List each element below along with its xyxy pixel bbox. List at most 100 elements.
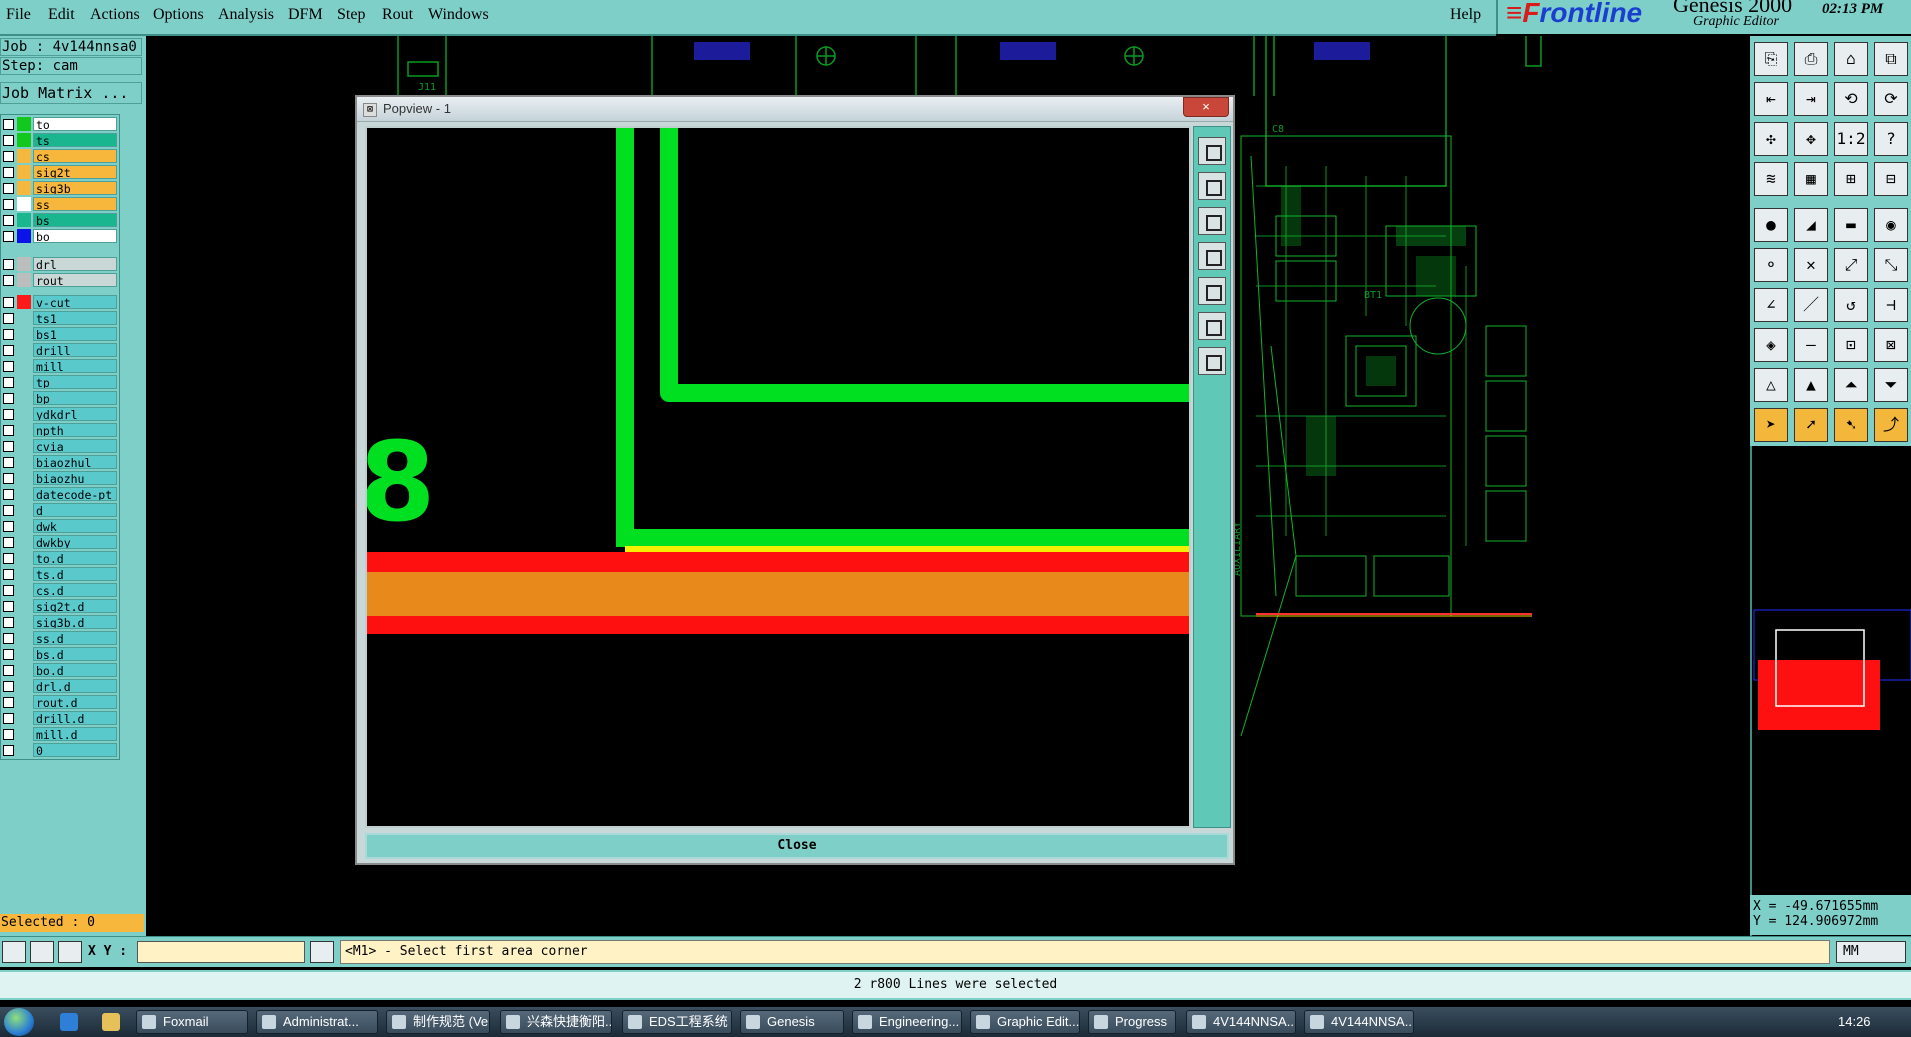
popview-tool-4[interactable]: [1198, 242, 1226, 270]
layer-checkbox[interactable]: [3, 569, 14, 580]
layer-name[interactable]: bs.d: [33, 647, 117, 661]
taskbar-item[interactable]: 兴森快捷衡阳...: [500, 1010, 612, 1034]
layer-checkbox[interactable]: [3, 665, 14, 676]
menu-step[interactable]: Step: [337, 6, 365, 24]
popview-tool-5[interactable]: [1198, 277, 1226, 305]
layer-checkbox[interactable]: [3, 745, 14, 756]
toolbar-button-17-icon[interactable]: ●: [1754, 208, 1788, 242]
layer-name[interactable]: mill: [33, 359, 117, 373]
layer-checkbox[interactable]: [3, 489, 14, 500]
layer-name[interactable]: ts1: [33, 311, 117, 325]
layer-row-drl[interactable]: drl: [3, 257, 117, 271]
menu-help[interactable]: Help: [1450, 6, 1481, 24]
layer-checkbox[interactable]: [3, 553, 14, 564]
layer-checkbox[interactable]: [3, 259, 14, 270]
units-selector[interactable]: MM: [1836, 941, 1906, 963]
menu-options[interactable]: Options: [153, 6, 204, 24]
layer-name[interactable]: ts: [33, 133, 117, 147]
layer-color-swatch[interactable]: [17, 679, 31, 693]
layer-row-datecode-pt[interactable]: datecode-pt: [3, 487, 117, 501]
layer-row-cvia[interactable]: cvia: [3, 439, 117, 453]
layer-checkbox[interactable]: [3, 361, 14, 372]
layer-row-bs[interactable]: bs: [3, 213, 117, 227]
taskbar-item[interactable]: 4V144NNSA...: [1186, 1010, 1296, 1034]
layer-checkbox[interactable]: [3, 151, 14, 162]
layer-name[interactable]: sig3b: [33, 181, 117, 195]
layer-row-mill[interactable]: mill: [3, 359, 117, 373]
layer-name[interactable]: ss.d: [33, 631, 117, 645]
layer-name[interactable]: 0: [33, 743, 117, 757]
layer-row-ss.d[interactable]: ss.d: [3, 631, 117, 645]
layer-row-rout[interactable]: rout: [3, 273, 117, 287]
layer-color-swatch[interactable]: [17, 133, 31, 147]
layer-color-swatch[interactable]: [17, 407, 31, 421]
layer-checkbox[interactable]: [3, 537, 14, 548]
popview-tool-7[interactable]: [1198, 347, 1226, 375]
layer-row-cs.d[interactable]: cs.d: [3, 583, 117, 597]
layer-row-ts[interactable]: ts: [3, 133, 117, 147]
layer-row-rout.d[interactable]: rout.d: [3, 695, 117, 709]
layer-row-bo[interactable]: bo: [3, 229, 117, 243]
layer-checkbox[interactable]: [3, 377, 14, 388]
layer-row-cs[interactable]: cs: [3, 149, 117, 163]
layer-row-biaozhu[interactable]: biaozhu: [3, 471, 117, 485]
layer-color-swatch[interactable]: [17, 503, 31, 517]
layer-name[interactable]: ts.d: [33, 567, 117, 581]
layer-checkbox[interactable]: [3, 585, 14, 596]
layer-name[interactable]: biaozhu: [33, 471, 117, 485]
layer-color-swatch[interactable]: [17, 663, 31, 677]
measure-tool-button[interactable]: [30, 941, 54, 963]
ie-icon[interactable]: [60, 1013, 78, 1031]
layer-row-dwk[interactable]: dwk: [3, 519, 117, 533]
layer-color-swatch[interactable]: [17, 583, 31, 597]
layer-row-tp[interactable]: tp: [3, 375, 117, 389]
layer-name[interactable]: rout: [33, 273, 117, 287]
toolbar-button-29-icon[interactable]: ◈: [1754, 328, 1788, 362]
layer-color-swatch[interactable]: [17, 273, 31, 287]
layer-color-swatch[interactable]: [17, 551, 31, 565]
taskbar-item[interactable]: Administrat...: [256, 1010, 378, 1034]
layer-color-swatch[interactable]: [17, 727, 31, 741]
xy-input[interactable]: [137, 941, 305, 963]
layer-row-bs1[interactable]: bs1: [3, 327, 117, 341]
layer-checkbox[interactable]: [3, 521, 14, 532]
layer-color-swatch[interactable]: [17, 165, 31, 179]
layer-name[interactable]: drl: [33, 257, 117, 271]
layer-color-swatch[interactable]: [17, 567, 31, 581]
popview-tool-6[interactable]: [1198, 312, 1226, 340]
layer-name[interactable]: cvia: [33, 439, 117, 453]
layer-color-swatch[interactable]: [17, 487, 31, 501]
layer-color-swatch[interactable]: [17, 455, 31, 469]
layer-name[interactable]: sig3b.d: [33, 615, 117, 629]
layer-checkbox[interactable]: [3, 275, 14, 286]
toolbar-button-13-icon[interactable]: ≋: [1754, 162, 1788, 196]
layer-row-npth[interactable]: npth: [3, 423, 117, 437]
popview-titlebar[interactable]: ⊠ Popview - 1 ×: [357, 97, 1233, 122]
menu-dfm[interactable]: DFM: [288, 6, 323, 24]
layer-checkbox[interactable]: [3, 601, 14, 612]
layer-color-swatch[interactable]: [17, 359, 31, 373]
layer-checkbox[interactable]: [3, 729, 14, 740]
layer-checkbox[interactable]: [3, 697, 14, 708]
toolbar-button-23-icon[interactable]: ⤢: [1834, 248, 1868, 282]
layer-checkbox[interactable]: [3, 393, 14, 404]
toolbar-button-1-icon[interactable]: ⎘: [1754, 42, 1788, 76]
layer-name[interactable]: drl.d: [33, 679, 117, 693]
popview-close-button[interactable]: Close: [365, 833, 1229, 859]
toolbar-button-37-icon[interactable]: ➤: [1754, 408, 1788, 442]
layer-row-biaozhul[interactable]: biaozhul: [3, 455, 117, 469]
layer-row-sig3b[interactable]: sig3b: [3, 181, 117, 195]
layer-name[interactable]: bs: [33, 213, 117, 227]
menu-rout[interactable]: Rout: [382, 6, 413, 24]
layer-checkbox[interactable]: [3, 649, 14, 660]
taskbar-item[interactable]: Foxmail: [136, 1010, 248, 1034]
toolbar-button-24-icon[interactable]: ⤡: [1874, 248, 1908, 282]
layer-color-swatch[interactable]: [17, 375, 31, 389]
layer-row-ydkdrl[interactable]: ydkdrl: [3, 407, 117, 421]
layer-name[interactable]: dwkby: [33, 535, 117, 549]
layer-row-ss[interactable]: ss: [3, 197, 117, 211]
toolbar-button-25-icon[interactable]: ∠: [1754, 288, 1788, 322]
layer-color-swatch[interactable]: [17, 181, 31, 195]
layer-row-bp[interactable]: bp: [3, 391, 117, 405]
layer-color-swatch[interactable]: [17, 711, 31, 725]
